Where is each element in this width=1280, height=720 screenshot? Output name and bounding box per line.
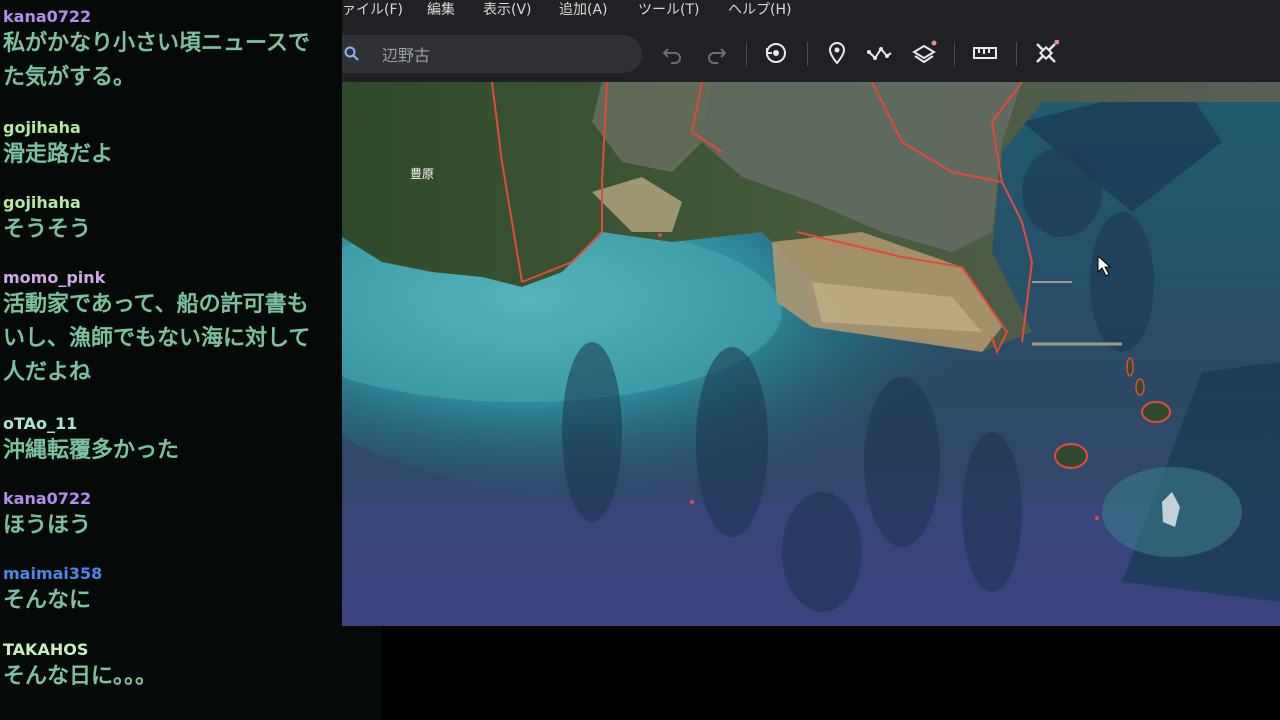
menu-view[interactable]: 表示(V) [483, 0, 532, 20]
undo-icon[interactable] [660, 40, 686, 66]
chat-username: gojihaha [3, 118, 81, 137]
toolbar [342, 22, 1280, 82]
toolbar-divider [954, 42, 955, 66]
chat-panel-edge [342, 626, 382, 720]
chat-message: gojihaha 滑走路だよ [3, 118, 342, 172]
chat-username: oTAo_11 [3, 414, 78, 433]
chat-message: kana0722 ほうほう [3, 489, 342, 543]
chat-panel: kana0722 私がかなり小さい頃ニュースで た気がする。 gojihaha … [0, 0, 342, 720]
chat-message: gojihaha そうそう [3, 193, 342, 247]
satellite-map-view[interactable]: 豊原 [342, 82, 1280, 626]
historical-imagery-icon[interactable] [763, 40, 789, 66]
menu-tools[interactable]: ツール(T) [638, 0, 699, 20]
map-label-toyohara: 豊原 [410, 167, 434, 181]
chat-username: momo_pink [3, 268, 106, 287]
path-icon[interactable] [867, 40, 893, 66]
toolbar-divider [1016, 42, 1017, 66]
chat-username: gojihaha [3, 193, 81, 212]
chat-username: TAKAHOS [3, 640, 89, 659]
satellite-imagery[interactable]: 豊原 [342, 82, 1280, 626]
chat-text: そんなに [3, 588, 92, 613]
chat-text: 私がかなり小さい頃ニュースで た気がする。 [3, 31, 310, 90]
ruler-icon[interactable] [972, 40, 998, 66]
search-icon [344, 46, 359, 61]
toolbar-divider [807, 42, 808, 66]
menu-edit[interactable]: 編集 [427, 0, 455, 20]
placemark-icon[interactable] [824, 40, 850, 66]
search-box[interactable] [342, 35, 642, 75]
chat-username: maimai358 [3, 564, 103, 583]
menu-add[interactable]: 追加(A) [559, 0, 608, 20]
chat-text: 活動家であって、船の許可書も いし、漁師でもない海に対して 人だよね [3, 292, 311, 385]
chat-text: ほうほう [3, 513, 92, 538]
menu-bar: ァイル(F) 編集 表示(V) 追加(A) ツール(T) ヘルプ(H) [342, 0, 1280, 22]
measure-tool-icon[interactable] [1033, 40, 1059, 66]
redo-icon[interactable] [703, 40, 729, 66]
chat-text: 沖縄転覆多かった [3, 438, 180, 463]
chat-message: kana0722 私がかなり小さい頃ニュースで た気がする。 [3, 7, 342, 95]
earth-app-window: ァイル(F) 編集 表示(V) 追加(A) ツール(T) ヘルプ(H) 辺野古 … [342, 0, 1280, 626]
menu-help[interactable]: ヘルプ(H) [728, 0, 791, 20]
chat-message: TAKAHOS そんな日に。。。 [3, 640, 342, 694]
menu-file[interactable]: ァイル(F) [342, 0, 403, 20]
layers-icon[interactable] [911, 40, 937, 66]
chat-text: そうそう [3, 217, 92, 242]
toolbar-divider [746, 42, 747, 66]
chat-message: momo_pink 活動家であって、船の許可書も いし、漁師でもない海に対して … [3, 268, 342, 390]
chat-message: maimai358 そんなに [3, 564, 342, 618]
chat-text: 滑走路だよ [3, 142, 114, 167]
search-input[interactable] [380, 35, 634, 75]
chat-message: oTAo_11 沖縄転覆多かった [3, 414, 342, 468]
chat-username: kana0722 [3, 489, 92, 508]
chat-text: そんな日に。。。 [3, 664, 158, 689]
chat-username: kana0722 [3, 7, 92, 26]
